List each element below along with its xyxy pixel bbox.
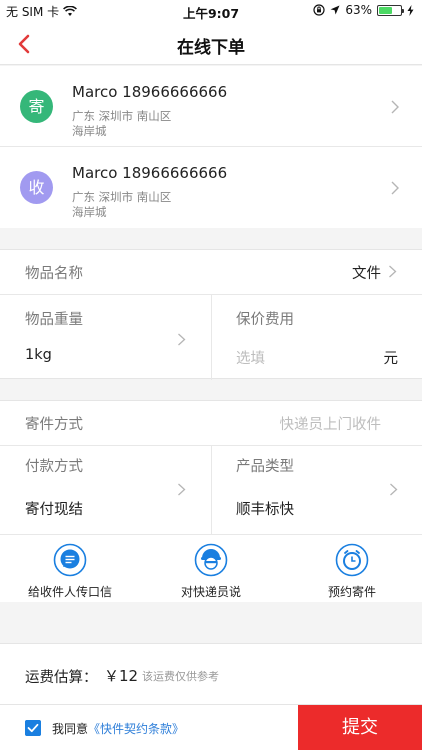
battery-icon <box>377 4 404 16</box>
schedule-pickup-label: 预约寄件 <box>327 585 376 599</box>
clock-icon <box>335 543 369 577</box>
sender-region: 广东 深圳市 南山区 <box>72 109 172 123</box>
status-bar: 无 SIM 卡 上午9:07 63% <box>0 0 422 22</box>
status-right: 63% <box>313 3 414 17</box>
chevron-right-icon <box>390 483 398 496</box>
receiver-name-phone: Marco 18966666666 <box>72 164 228 182</box>
insurance-label: 保价费用 <box>236 312 294 328</box>
sender-name-phone: Marco 18966666666 <box>72 83 228 101</box>
insurance-input[interactable]: 选填 <box>236 347 265 368</box>
fee-label: 运费估算： <box>25 670 98 686</box>
page-title: 在线下单 <box>177 38 245 58</box>
fee-section: 运费估算： ￥12 该运费仅供参考 <box>0 643 422 704</box>
chevron-right-icon <box>389 265 397 278</box>
sender-detail: 海岸城 <box>72 124 107 138</box>
send-method-label: 寄件方式 <box>25 417 83 433</box>
weight-cell[interactable]: 物品重量 1kg <box>0 295 211 380</box>
agree-prefix: 我同意 <box>52 722 89 736</box>
sender-address-row[interactable]: 寄 Marco 18966666666 广东 深圳市 南山区 海岸城 <box>0 66 422 147</box>
item-name-row[interactable]: 物品名称 文件 <box>0 250 422 294</box>
message-recipient-label: 给收件人传口信 <box>27 585 112 599</box>
receiver-badge: 收 <box>20 171 53 204</box>
chevron-right-icon <box>178 333 186 346</box>
payment-cell[interactable]: 付款方式 寄付现结 <box>0 446 211 534</box>
location-arrow-icon <box>330 5 340 15</box>
fee-amount: ￥12 <box>104 667 139 685</box>
weight-value: 1kg <box>25 347 52 363</box>
sender-badge: 寄 <box>20 90 53 123</box>
cargo-section: 物品名称 文件 物品重量 1kg 保价费用 选填 元 <box>0 249 422 380</box>
fee-note: 该运费仅供参考 <box>142 670 219 683</box>
weight-label: 物品重量 <box>25 312 83 328</box>
terms-link[interactable]: 《快件契约条款》 <box>88 722 184 736</box>
rotation-lock-icon <box>313 4 325 16</box>
payment-value: 寄付现结 <box>25 502 83 518</box>
chevron-right-icon <box>178 483 186 496</box>
charging-icon <box>407 4 414 16</box>
product-type-value: 顺丰标快 <box>236 502 294 518</box>
send-method-row[interactable]: 寄件方式 快递员上门收件 <box>0 401 422 445</box>
product-type-label: 产品类型 <box>236 459 294 475</box>
address-section: 寄 Marco 18966666666 广东 深圳市 南山区 海岸城 收 Mar… <box>0 66 422 228</box>
message-recipient-button[interactable]: 给收件人传口信 <box>0 543 140 600</box>
courier-icon <box>194 543 228 577</box>
product-type-cell[interactable]: 产品类型 顺丰标快 <box>212 446 422 534</box>
agree-checkbox[interactable] <box>25 720 41 736</box>
receiver-detail: 海岸城 <box>72 205 107 219</box>
nav-bar: 在线下单 <box>0 22 422 65</box>
chevron-right-icon <box>391 100 399 114</box>
bottom-bar: 我同意《快件契约条款》 提交 <box>0 704 422 750</box>
message-icon <box>53 543 87 577</box>
payment-label: 付款方式 <box>25 459 83 475</box>
battery-percent: 63% <box>345 3 372 17</box>
send-method-value: 快递员上门收件 <box>279 417 382 433</box>
item-name-value: 文件 <box>352 266 381 282</box>
submit-button[interactable]: 提交 <box>298 705 422 750</box>
schedule-pickup-button[interactable]: 预约寄件 <box>282 543 422 600</box>
chevron-right-icon <box>391 181 399 195</box>
insurance-unit: 元 <box>383 351 399 367</box>
tell-courier-label: 对快递员说 <box>180 585 241 599</box>
insurance-cell: 保价费用 选填 元 <box>212 295 422 380</box>
battery-level <box>379 6 393 14</box>
item-name-label: 物品名称 <box>25 266 83 282</box>
receiver-region: 广东 深圳市 南山区 <box>72 190 172 204</box>
tell-courier-button[interactable]: 对快递员说 <box>141 543 281 600</box>
agree-text: 我同意《快件契约条款》 <box>52 720 184 737</box>
method-section: 寄件方式 快递员上门收件 付款方式 寄付现结 产品类型 顺丰标快 给收件人传口信 <box>0 400 422 602</box>
quick-actions-row: 给收件人传口信 对快递员说 预约寄件 <box>0 534 422 604</box>
receiver-address-row[interactable]: 收 Marco 18966666666 广东 深圳市 南山区 海岸城 <box>0 147 422 228</box>
